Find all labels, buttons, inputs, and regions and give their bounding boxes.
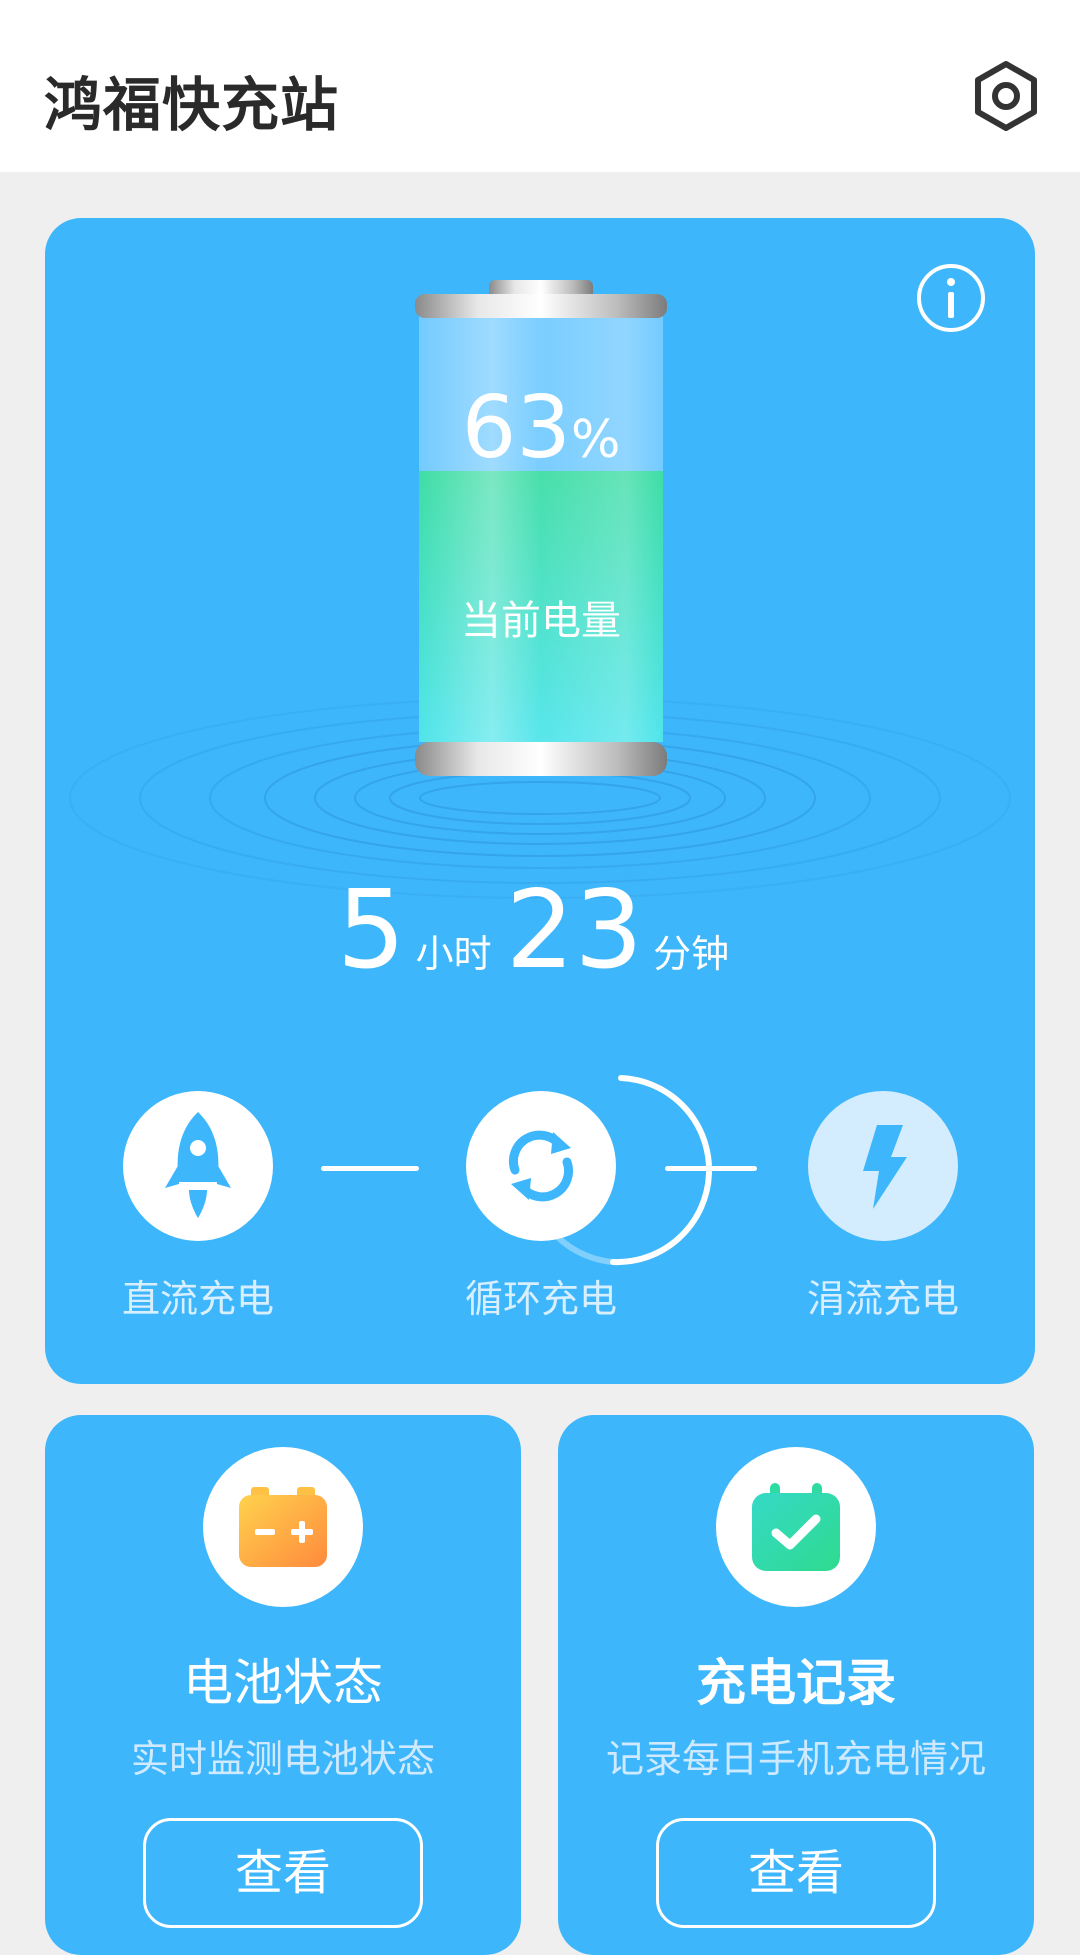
- charge-record-card[interactable]: 充电记录 记录每日手机充电情况 查看: [558, 1415, 1034, 1955]
- percent-value: 63: [461, 378, 571, 478]
- minutes-value: 23: [505, 868, 644, 993]
- lightning-icon: [863, 1125, 907, 1209]
- mode-connector: [321, 1166, 419, 1171]
- battery-status-icon: [239, 1487, 327, 1567]
- battery-card: 63% 当前电量 5 小时 23 分钟 直流充电 循环充电 涓流充电: [45, 218, 1035, 1384]
- battery-label: 当前电量: [461, 598, 621, 644]
- cycle-icon: [508, 1130, 574, 1202]
- battery-status-view-button[interactable]: 查看: [143, 1818, 423, 1928]
- remaining-time: 5 小时 23 分钟: [45, 868, 1035, 993]
- mode-trickle-charge[interactable]: [808, 1091, 958, 1241]
- battery-status-desc: 实时监测电池状态: [130, 1737, 435, 1781]
- mode-dc-charge[interactable]: [123, 1091, 273, 1241]
- charge-record-icon-circle: [716, 1447, 876, 1607]
- app-title: 鸿福快充站: [44, 71, 340, 139]
- top-bar: 鸿福快充站: [0, 0, 1080, 172]
- charge-record-view-button[interactable]: 查看: [656, 1818, 936, 1928]
- minutes-unit: 分钟: [653, 932, 730, 976]
- battery-percentage: 63%: [415, 378, 667, 478]
- mode-cycle-charge[interactable]: [466, 1091, 616, 1241]
- mode-cycle-label: 循环充电: [464, 1277, 617, 1321]
- info-icon[interactable]: [915, 262, 987, 334]
- battery-status-icon-circle: [203, 1447, 363, 1607]
- hours-value: 5: [336, 868, 406, 993]
- battery-graphic: [415, 280, 667, 776]
- rocket-icon: [165, 1112, 231, 1218]
- mode-cycle-circle: [466, 1091, 616, 1241]
- mode-dc-label: 直流充电: [121, 1277, 274, 1321]
- battery-status-card[interactable]: 电池状态 实时监测电池状态 查看: [45, 1415, 521, 1955]
- settings-button[interactable]: [970, 60, 1042, 132]
- mode-trickle-label: 涓流充电: [806, 1277, 959, 1321]
- charge-record-title: 充电记录: [696, 1654, 896, 1712]
- battery-status-title: 电池状态: [183, 1654, 383, 1712]
- gear-icon: [975, 61, 1037, 131]
- calendar-check-icon: [752, 1483, 840, 1571]
- charge-record-desc: 记录每日手机充电情况: [605, 1737, 986, 1781]
- mode-trickle-circle: [808, 1091, 958, 1241]
- hours-unit: 小时: [415, 932, 492, 976]
- mode-dc-circle: [123, 1091, 273, 1241]
- percent-unit: %: [571, 410, 621, 470]
